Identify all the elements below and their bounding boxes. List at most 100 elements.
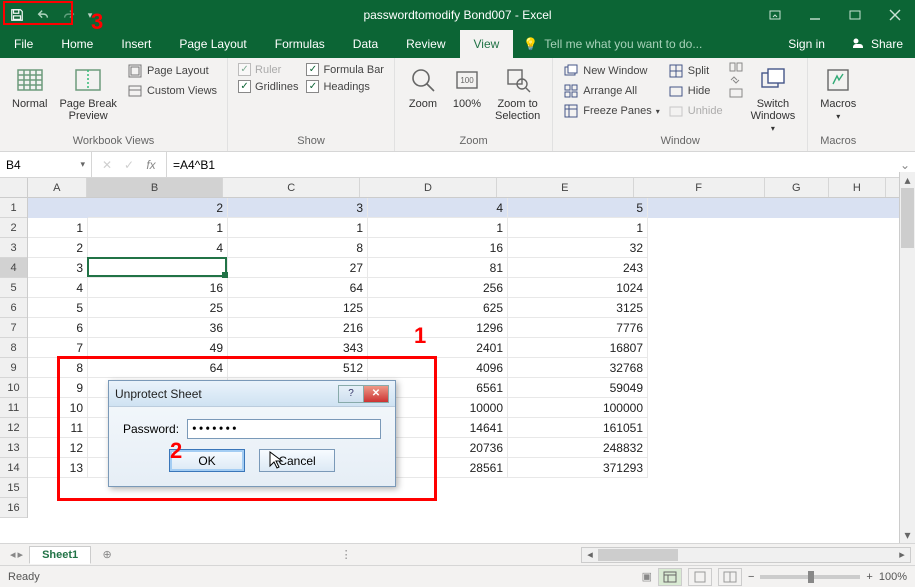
freeze-panes-button[interactable]: Freeze Panes▾ (561, 102, 662, 120)
tab-insert[interactable]: Insert (107, 30, 165, 58)
cell[interactable]: 59049 (508, 378, 648, 398)
cell[interactable]: 4 (28, 278, 88, 298)
vertical-scrollbar[interactable]: ▴ ▾ (899, 172, 915, 543)
tab-data[interactable]: Data (339, 30, 392, 58)
share-button[interactable]: Share (839, 30, 915, 58)
cell[interactable]: 248832 (508, 438, 648, 458)
zoom-100-button[interactable]: 100100% (447, 62, 487, 112)
spreadsheet-grid[interactable]: ABCDEFGHI 12345678910111213141516 234511… (0, 178, 915, 543)
row-header[interactable]: 15 (0, 478, 27, 498)
cell[interactable]: 27 (228, 258, 368, 278)
view-page-break-icon[interactable] (718, 568, 742, 586)
tab-page-layout[interactable]: Page Layout (165, 30, 260, 58)
cell[interactable]: 1 (508, 218, 648, 238)
cell[interactable]: 625 (368, 298, 508, 318)
cell[interactable]: 100000 (508, 398, 648, 418)
row-header[interactable]: 8 (0, 338, 27, 358)
cell[interactable]: 5 (28, 298, 88, 318)
cell[interactable]: 12 (28, 438, 88, 458)
macros-button[interactable]: Macros▾ (816, 62, 860, 123)
save-icon[interactable] (6, 4, 28, 26)
row-header[interactable]: 3 (0, 238, 27, 258)
cell[interactable]: 3 (228, 198, 368, 218)
column-header[interactable]: B (87, 178, 224, 197)
hide-button[interactable]: Hide (666, 82, 725, 100)
scroll-down-icon[interactable]: ▾ (900, 527, 915, 543)
row-header[interactable]: 10 (0, 378, 27, 398)
cell[interactable]: 4 (88, 238, 228, 258)
cell[interactable]: 16 (88, 278, 228, 298)
qa-customize-icon[interactable]: ▾ (84, 4, 96, 26)
signin-link[interactable]: Sign in (774, 30, 839, 58)
row-header[interactable]: 7 (0, 318, 27, 338)
name-box[interactable]: B4▾ (0, 152, 92, 177)
cell[interactable]: 1 (88, 218, 228, 238)
close-icon[interactable] (875, 0, 915, 30)
cancel-formula-icon[interactable]: ✕ (98, 158, 116, 172)
cell[interactable]: 2401 (368, 338, 508, 358)
view-normal-icon[interactable] (658, 568, 682, 586)
page-break-preview-button[interactable]: Page Break Preview (55, 62, 120, 124)
undo-icon[interactable] (32, 4, 54, 26)
tell-me-search[interactable]: 💡 Tell me what you want to do... (513, 30, 774, 58)
column-header[interactable]: D (360, 178, 497, 197)
cell[interactable]: 32 (508, 238, 648, 258)
cell[interactable]: 4096 (368, 358, 508, 378)
cell[interactable]: 32768 (508, 358, 648, 378)
cell[interactable]: 3125 (508, 298, 648, 318)
tab-review[interactable]: Review (392, 30, 459, 58)
scroll-thumb[interactable] (901, 188, 914, 248)
new-window-button[interactable]: New Window (561, 62, 662, 80)
cell[interactable]: 216 (228, 318, 368, 338)
tab-view[interactable]: View (460, 30, 514, 58)
row-header[interactable]: 9 (0, 358, 27, 378)
select-all-corner[interactable] (0, 178, 28, 198)
cell[interactable]: 10 (28, 398, 88, 418)
cell[interactable]: 161051 (508, 418, 648, 438)
column-header[interactable]: A (28, 178, 87, 197)
cell[interactable]: 5 (508, 198, 648, 218)
row-header[interactable]: 4 (0, 258, 27, 278)
arrange-all-button[interactable]: Arrange All (561, 82, 662, 100)
cell[interactable]: 1296 (368, 318, 508, 338)
cell[interactable]: 36 (88, 318, 228, 338)
scroll-thumb[interactable] (598, 549, 678, 561)
row-header[interactable]: 5 (0, 278, 27, 298)
cell[interactable]: 9 (88, 258, 228, 278)
formula-input[interactable]: =A4^B1 (167, 152, 895, 177)
fx-icon[interactable]: fx (142, 158, 160, 172)
cell[interactable]: 64 (88, 358, 228, 378)
scroll-up-icon[interactable]: ▴ (900, 172, 915, 188)
dialog-help-button[interactable]: ? (338, 385, 364, 403)
cell[interactable]: 9 (28, 378, 88, 398)
cell[interactable]: 6 (28, 318, 88, 338)
column-headers[interactable]: ABCDEFGHI (28, 178, 915, 198)
row-header[interactable]: 13 (0, 438, 27, 458)
tab-home[interactable]: Home (47, 30, 107, 58)
zoom-out-button[interactable]: − (748, 571, 754, 583)
zoom-selection-button[interactable]: Zoom to Selection (491, 62, 544, 124)
tab-formulas[interactable]: Formulas (261, 30, 339, 58)
headings-checkbox[interactable]: Headings (304, 79, 386, 94)
row-header[interactable]: 6 (0, 298, 27, 318)
cell[interactable]: 371293 (508, 458, 648, 478)
cell[interactable]: 13 (28, 458, 88, 478)
cell[interactable]: 2 (88, 198, 228, 218)
ruler-checkbox[interactable]: Ruler (236, 62, 300, 77)
cell[interactable]: 2 (28, 238, 88, 258)
sheet-nav[interactable]: ◂▸ (4, 548, 29, 561)
cell[interactable]: 7 (28, 338, 88, 358)
column-header[interactable]: F (634, 178, 765, 197)
column-header[interactable]: C (223, 178, 360, 197)
row-headers[interactable]: 12345678910111213141516 (0, 198, 28, 518)
ribbon-options-icon[interactable] (755, 0, 795, 30)
custom-views-button[interactable]: Custom Views (125, 82, 219, 100)
cell[interactable]: 7776 (508, 318, 648, 338)
redo-icon[interactable] (58, 4, 80, 26)
cell[interactable]: 343 (228, 338, 368, 358)
cell[interactable]: 81 (368, 258, 508, 278)
gridlines-checkbox[interactable]: Gridlines (236, 79, 300, 94)
cell[interactable]: 11 (28, 418, 88, 438)
cell[interactable]: 256 (368, 278, 508, 298)
zoom-slider[interactable] (760, 575, 860, 579)
